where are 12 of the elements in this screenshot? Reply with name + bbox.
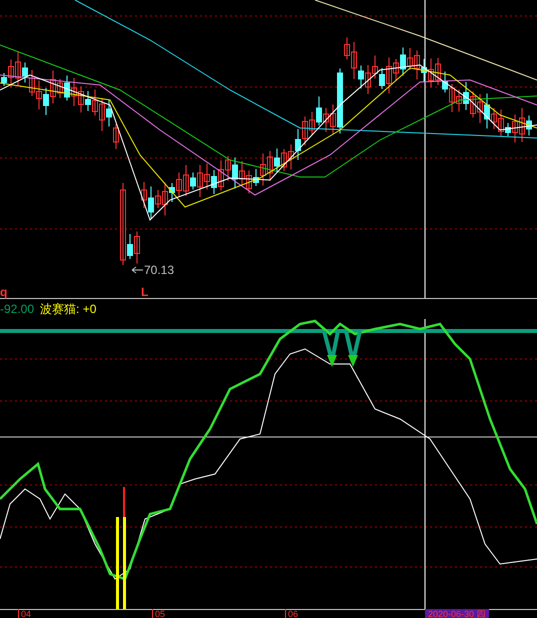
indicator-value: -92.00 xyxy=(0,301,34,318)
signal-arrow-icon xyxy=(344,330,362,367)
axis-tick-label: 05 xyxy=(152,609,166,618)
arrow-icon xyxy=(132,266,144,274)
signal-arrow-icon xyxy=(322,330,340,367)
axis-tick-label: 04 xyxy=(18,609,32,618)
low-price-label: 70.13 xyxy=(144,263,174,277)
indicator-label: 波赛猫: +0 xyxy=(40,301,96,318)
axis-tick-label: 06 xyxy=(285,609,298,618)
chart-flag-label: q xyxy=(0,285,8,299)
low-flag-label: L xyxy=(141,285,148,299)
cursor-date-label: 2020-06-30 四 xyxy=(425,609,489,618)
